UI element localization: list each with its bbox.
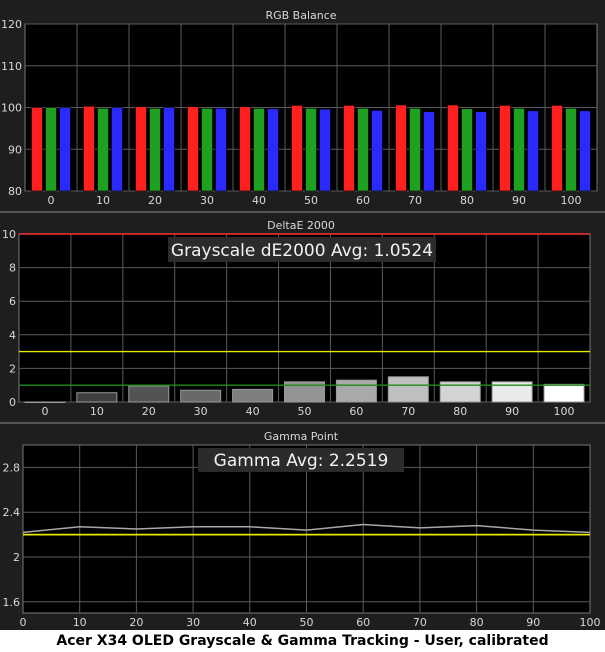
y-tick-label: 2 bbox=[13, 551, 20, 564]
x-tick-label: 60 bbox=[356, 194, 370, 207]
chart-title: DeltaE 2000 bbox=[267, 219, 335, 232]
bar-red bbox=[135, 106, 147, 192]
chart-title: RGB Balance bbox=[265, 9, 336, 22]
x-tick-label: 60 bbox=[349, 405, 363, 418]
deltae-bar bbox=[180, 389, 222, 403]
bar-green bbox=[45, 107, 57, 192]
y-tick-label: 80 bbox=[8, 185, 22, 198]
deltae-panel: DeltaE 200002468100 10 20 30 40 50 60 70 80 90 100… bbox=[0, 211, 605, 418]
bar-red bbox=[31, 107, 43, 192]
bar-green bbox=[253, 108, 265, 192]
bar-blue bbox=[163, 107, 175, 192]
bar-blue bbox=[59, 107, 71, 192]
deltae-bar bbox=[335, 379, 377, 403]
y-tick-label: 120 bbox=[1, 18, 22, 31]
deltae-bar bbox=[232, 388, 274, 403]
x-tick-label: 0 bbox=[41, 405, 48, 418]
bar-green bbox=[565, 108, 577, 192]
average-annotation: Gamma Avg: 2.2519 bbox=[214, 451, 389, 471]
figure-caption: Acer X34 OLED Grayscale & Gamma Tracking… bbox=[56, 633, 549, 649]
x-tick-label: 20 bbox=[129, 616, 143, 629]
x-tick-label: 100 bbox=[554, 405, 575, 418]
bar-green bbox=[149, 108, 161, 192]
bar-red bbox=[395, 104, 407, 192]
y-tick-label: 2.8 bbox=[3, 461, 21, 474]
bar-red bbox=[447, 104, 459, 192]
y-tick-label: 2 bbox=[9, 362, 16, 375]
deltae-bar bbox=[128, 385, 170, 403]
bar-green bbox=[461, 108, 473, 192]
bar-blue bbox=[579, 110, 591, 192]
x-tick-label: 100 bbox=[561, 194, 582, 207]
bar-green bbox=[201, 108, 213, 192]
x-tick-label: 80 bbox=[453, 405, 467, 418]
x-tick-label: 30 bbox=[194, 405, 208, 418]
x-tick-label: 10 bbox=[90, 405, 104, 418]
bar-green bbox=[357, 108, 369, 192]
x-tick-label: 50 bbox=[298, 405, 312, 418]
bar-blue bbox=[111, 107, 123, 192]
chart-title: Gamma Point bbox=[264, 430, 339, 443]
bar-red bbox=[239, 106, 251, 192]
x-tick-label: 40 bbox=[252, 194, 266, 207]
deltae-bar bbox=[24, 401, 66, 403]
x-tick-label: 100 bbox=[580, 616, 601, 629]
x-tick-label: 90 bbox=[526, 616, 540, 629]
x-tick-label: 40 bbox=[246, 405, 260, 418]
x-tick-label: 40 bbox=[243, 616, 257, 629]
bar-red bbox=[499, 105, 511, 192]
rgb-balance-panel: RGB Balance 80 90 100 110 120 0 10 20 30 40 50 60 70 8… bbox=[1, 9, 598, 207]
x-tick-label: 70 bbox=[401, 405, 415, 418]
y-tick-label: 90 bbox=[8, 143, 22, 156]
bar-blue bbox=[215, 108, 227, 192]
y-tick-label: 100 bbox=[1, 102, 22, 115]
y-tick-label: 2.4 bbox=[3, 506, 21, 519]
bar-red bbox=[83, 105, 95, 192]
grayscale-gamma-charts: RGB Balance80901001101200 10 20 30 40 50 60 70 8… bbox=[0, 0, 605, 630]
bar-red bbox=[343, 105, 355, 192]
bar-blue bbox=[319, 108, 331, 192]
x-tick-label: 50 bbox=[300, 616, 314, 629]
y-tick-label: 6 bbox=[9, 295, 16, 308]
y-tick-label: 0 bbox=[9, 396, 16, 409]
x-tick-label: 20 bbox=[148, 194, 162, 207]
bar-green bbox=[513, 108, 525, 192]
bar-blue bbox=[423, 111, 435, 192]
y-tick-label: 8 bbox=[9, 262, 16, 275]
x-tick-label: 10 bbox=[73, 616, 87, 629]
y-tick-label: 110 bbox=[1, 60, 22, 73]
x-tick-label: 10 bbox=[96, 194, 110, 207]
x-tick-label: 50 bbox=[304, 194, 318, 207]
y-tick-label: 1.6 bbox=[3, 596, 21, 609]
bar-red bbox=[291, 105, 303, 192]
x-tick-label: 20 bbox=[142, 405, 156, 418]
bar-red bbox=[187, 106, 199, 192]
average-annotation: Grayscale dE2000 Avg: 1.0524 bbox=[171, 241, 433, 261]
x-tick-label: 90 bbox=[505, 405, 519, 418]
y-tick-label: 10 bbox=[2, 228, 16, 241]
x-tick-label: 70 bbox=[413, 616, 427, 629]
bar-blue bbox=[475, 111, 487, 192]
bar-red bbox=[551, 105, 563, 192]
x-tick-label: 60 bbox=[356, 616, 370, 629]
bar-blue bbox=[527, 110, 539, 192]
x-tick-label: 0 bbox=[20, 616, 27, 629]
bar-green bbox=[305, 108, 317, 192]
x-tick-label: 30 bbox=[186, 616, 200, 629]
x-tick-label: 80 bbox=[470, 616, 484, 629]
deltae-bar bbox=[76, 392, 118, 403]
x-tick-label: 90 bbox=[512, 194, 526, 207]
gamma-panel: Gamma Point 1.6 2 2.4 2.8 0 10 20 30 40 50 60 70 80 90… bbox=[0, 422, 605, 629]
bar-green bbox=[97, 108, 109, 192]
x-tick-label: 70 bbox=[408, 194, 422, 207]
deltae-bar bbox=[543, 383, 585, 403]
x-tick-label: 0 bbox=[48, 194, 55, 207]
y-tick-label: 4 bbox=[9, 329, 16, 342]
x-tick-label: 80 bbox=[460, 194, 474, 207]
x-tick-label: 30 bbox=[200, 194, 214, 207]
bar-green bbox=[409, 108, 421, 192]
bar-blue bbox=[267, 108, 279, 192]
bar-blue bbox=[371, 110, 383, 192]
deltae-bar bbox=[387, 376, 429, 403]
